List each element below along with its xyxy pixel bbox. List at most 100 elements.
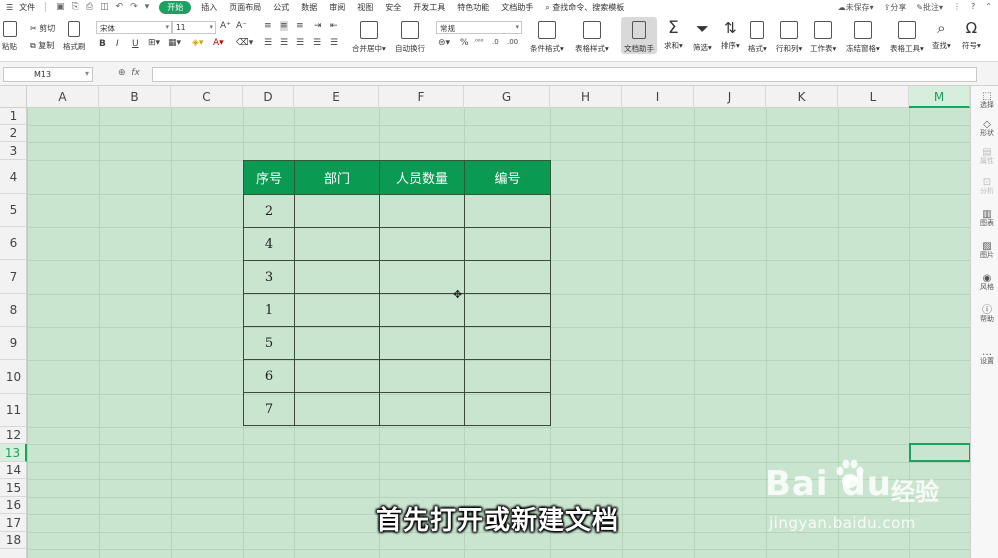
table-cell[interactable] — [379, 359, 465, 393]
sum-button[interactable]: Σ 求和▾ — [664, 17, 683, 51]
table-cell[interactable] — [464, 293, 551, 327]
row-header-12[interactable]: 12 — [0, 427, 27, 444]
increase-decimal-icon[interactable]: .0 — [492, 38, 499, 46]
row-header-17[interactable]: 17 — [0, 514, 27, 532]
header-cell-department[interactable]: 部门 — [294, 160, 380, 195]
row-header-7[interactable]: 7 — [0, 260, 27, 294]
column-header-d[interactable]: D — [243, 86, 294, 108]
header-cell-code[interactable]: 编号 — [464, 160, 551, 195]
align-middle-icon[interactable]: ≡ — [280, 21, 288, 31]
table-cell[interactable] — [294, 293, 380, 327]
header-cell-index[interactable]: 序号 — [243, 160, 295, 195]
side-chart[interactable]: ▥ 图表 — [974, 210, 998, 228]
column-header-a[interactable]: A — [27, 86, 99, 108]
percent-button[interactable]: % — [460, 38, 469, 48]
table-cell[interactable]: 1 — [243, 293, 295, 327]
sort-button[interactable]: ⇅ 排序▾ — [721, 17, 740, 51]
row-header-18[interactable]: 18 — [0, 532, 27, 549]
find-button[interactable]: ⌕ 查找▾ — [932, 17, 951, 51]
row-header-15[interactable]: 15 — [0, 479, 27, 497]
align-center-icon[interactable]: ☰ — [280, 38, 288, 48]
table-style-button[interactable]: 表格样式▾ — [575, 17, 609, 54]
row-header-8[interactable]: 8 — [0, 294, 27, 327]
number-format-select[interactable]: 常规 ▾ — [436, 21, 522, 34]
table-cell[interactable] — [294, 392, 380, 426]
side-settings[interactable]: … 设置 — [974, 348, 998, 366]
font-size-select[interactable]: 11 ▾ — [172, 21, 216, 34]
paste-button[interactable]: 粘贴 — [2, 17, 17, 52]
menu-icon[interactable]: ☰ — [0, 3, 19, 12]
side-shape[interactable]: ◇ 形状 — [974, 120, 998, 138]
tab-formula[interactable]: 公式 — [267, 2, 295, 13]
freeze-button[interactable]: 冻结窗格▾ — [846, 17, 880, 54]
cut-button[interactable]: ✂ 剪切 — [30, 23, 55, 34]
table-cell[interactable] — [464, 392, 551, 426]
row-header-13[interactable]: 13 — [0, 444, 27, 462]
row-header-14[interactable]: 14 — [0, 462, 27, 479]
table-cell[interactable] — [294, 227, 380, 261]
column-header-l[interactable]: L — [838, 86, 909, 108]
row-header-1[interactable]: 1 — [0, 108, 27, 125]
share-button[interactable]: ⇪分享 — [884, 2, 907, 13]
column-header-g[interactable]: G — [464, 86, 550, 108]
chevron-down-icon[interactable]: ▾ — [145, 2, 150, 12]
tab-insert[interactable]: 插入 — [195, 2, 223, 13]
outdent-icon[interactable]: ⇤ — [330, 21, 338, 31]
formula-input[interactable] — [152, 67, 977, 82]
column-header-j[interactable]: J — [694, 86, 766, 108]
column-header-f[interactable]: F — [379, 86, 464, 108]
redo-icon[interactable]: ↷ — [130, 2, 138, 12]
zoom-icon[interactable]: ⊕ — [118, 68, 126, 78]
name-box[interactable]: M13 ▾ — [3, 67, 93, 82]
column-header-h[interactable]: H — [550, 86, 622, 108]
file-menu[interactable]: 文件 — [19, 2, 41, 13]
unsaved-status[interactable]: ☁未保存▾ — [838, 2, 874, 13]
table-cell[interactable] — [379, 293, 465, 327]
copy-button[interactable]: ⧉ 复制 — [30, 40, 54, 51]
table-cell[interactable] — [379, 227, 465, 261]
column-header-k[interactable]: K — [766, 86, 838, 108]
font-name-select[interactable]: 宋体 ▾ — [96, 21, 172, 34]
row-header-11[interactable]: 11 — [0, 394, 27, 427]
align-bottom-icon[interactable]: ≡ — [296, 21, 304, 31]
cond-format-button[interactable]: 条件格式▾ — [530, 17, 564, 54]
fx-icon[interactable]: fx — [131, 68, 140, 78]
table-cell[interactable] — [379, 260, 465, 294]
row-header-2[interactable]: 2 — [0, 125, 27, 142]
row-header-3[interactable]: 3 — [0, 142, 27, 160]
table-cell[interactable] — [464, 227, 551, 261]
side-style[interactable]: ◉ 风格 — [974, 274, 998, 292]
format-button[interactable]: 格式▾ — [748, 17, 767, 54]
collapse-icon[interactable]: ⌃ — [985, 2, 992, 13]
format-painter-button[interactable]: 格式刷 — [63, 17, 86, 52]
table-cell[interactable]: 2 — [243, 194, 295, 228]
table-cell[interactable] — [379, 194, 465, 228]
table-cell[interactable] — [379, 392, 465, 426]
row-header-4[interactable]: 4 — [0, 160, 27, 194]
tab-home[interactable]: 开始 — [159, 0, 192, 14]
table-cell[interactable] — [294, 194, 380, 228]
table-cell[interactable] — [379, 326, 465, 360]
side-property[interactable]: ▤ 属性 — [974, 148, 998, 166]
tab-features[interactable]: 特色功能 — [451, 2, 495, 13]
cell-style-icon[interactable]: ▦▾ — [168, 38, 181, 48]
doc-helper-button[interactable]: 文档助手 — [621, 17, 657, 54]
tab-view[interactable]: 视图 — [351, 2, 379, 13]
justify-icon[interactable]: ☰ — [313, 38, 321, 48]
align-right-icon[interactable]: ☰ — [296, 38, 304, 48]
table-cell[interactable]: 6 — [243, 359, 295, 393]
table-cell[interactable]: 5 — [243, 326, 295, 360]
tab-doc-helper[interactable]: 文档助手 — [495, 2, 539, 13]
distribute-icon[interactable]: ☰ — [330, 38, 338, 48]
indent-icon[interactable]: ⇥ — [314, 21, 322, 31]
table-cell[interactable]: 3 — [243, 260, 295, 294]
column-header-b[interactable]: B — [99, 86, 171, 108]
row-header-9[interactable]: 9 — [0, 327, 27, 360]
column-header-c[interactable]: C — [171, 86, 243, 108]
row-header-16[interactable]: 16 — [0, 497, 27, 514]
select-all-corner[interactable] — [0, 86, 27, 108]
underline-button[interactable]: U — [132, 39, 139, 49]
column-header-m[interactable]: M — [909, 86, 970, 108]
decrease-decimal-icon[interactable]: .00 — [507, 38, 518, 46]
font-color-icon[interactable]: A▾ — [213, 38, 224, 48]
